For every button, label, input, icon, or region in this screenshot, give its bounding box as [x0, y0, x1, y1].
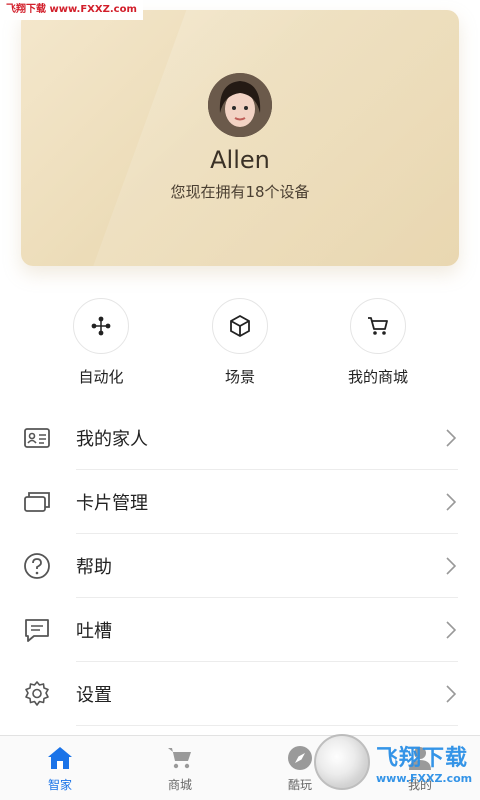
id-card-icon	[22, 423, 52, 453]
shortcut-label: 自动化	[78, 368, 124, 386]
username: Allen	[210, 146, 270, 174]
site-watermark: 飞翔下载 www.FXXZ.com	[0, 0, 143, 20]
avatar[interactable]	[208, 73, 272, 137]
cards-icon	[22, 487, 52, 517]
chevron-right-icon	[444, 492, 458, 512]
device-count: 您现在拥有18个设备	[170, 183, 310, 201]
shortcut-automation[interactable]: 自动化	[41, 298, 161, 387]
automation-icon	[73, 298, 129, 354]
site-logo-watermark: 飞翔下载 www.FXXZ.com	[314, 730, 474, 794]
menu-item-card-management[interactable]: 卡片管理	[0, 470, 480, 534]
shortcut-my-mall[interactable]: 我的商城	[318, 298, 438, 387]
shortcut-label: 场景	[224, 368, 255, 386]
menu-item-family[interactable]: 我的家人	[0, 406, 480, 470]
menu-item-settings[interactable]: 设置	[0, 662, 480, 726]
menu-label: 卡片管理	[76, 493, 148, 514]
menu-label: 我的家人	[76, 429, 148, 450]
tab-smart-home[interactable]: 智家	[0, 736, 120, 800]
home-icon	[46, 744, 74, 772]
logo-text: 飞翔下载 www.FXXZ.com	[376, 740, 472, 785]
tab-label: 酷玩	[287, 778, 312, 792]
menu-label: 帮助	[76, 557, 112, 578]
logo-url: www.FXXZ.com	[376, 771, 473, 785]
feedback-icon	[22, 615, 52, 645]
tab-label: 智家	[47, 778, 72, 792]
chevron-right-icon	[444, 684, 458, 704]
settings-menu: 我的家人 卡片管理 帮助 吐槽 设置	[0, 406, 480, 726]
divider	[76, 725, 458, 726]
profile-card[interactable]: Allen 您现在拥有18个设备	[21, 10, 459, 266]
logo-mark-icon	[314, 734, 370, 790]
question-icon	[22, 551, 52, 581]
cart-icon	[166, 744, 194, 772]
menu-item-feedback[interactable]: 吐槽	[0, 598, 480, 662]
cart-icon	[350, 298, 406, 354]
chevron-right-icon	[444, 620, 458, 640]
logo-title: 飞翔下载	[376, 745, 469, 771]
compass-icon	[286, 744, 314, 772]
menu-label: 设置	[76, 685, 112, 706]
chevron-right-icon	[444, 428, 458, 448]
tab-mall[interactable]: 商城	[120, 736, 240, 800]
gear-icon	[22, 679, 52, 709]
menu-label: 吐槽	[76, 621, 112, 642]
cube-icon	[212, 298, 268, 354]
chevron-right-icon	[444, 556, 458, 576]
shortcut-label: 我的商城	[347, 368, 408, 386]
shortcut-scene[interactable]: 场景	[180, 298, 300, 387]
menu-item-help[interactable]: 帮助	[0, 534, 480, 598]
tab-label: 商城	[167, 778, 192, 792]
